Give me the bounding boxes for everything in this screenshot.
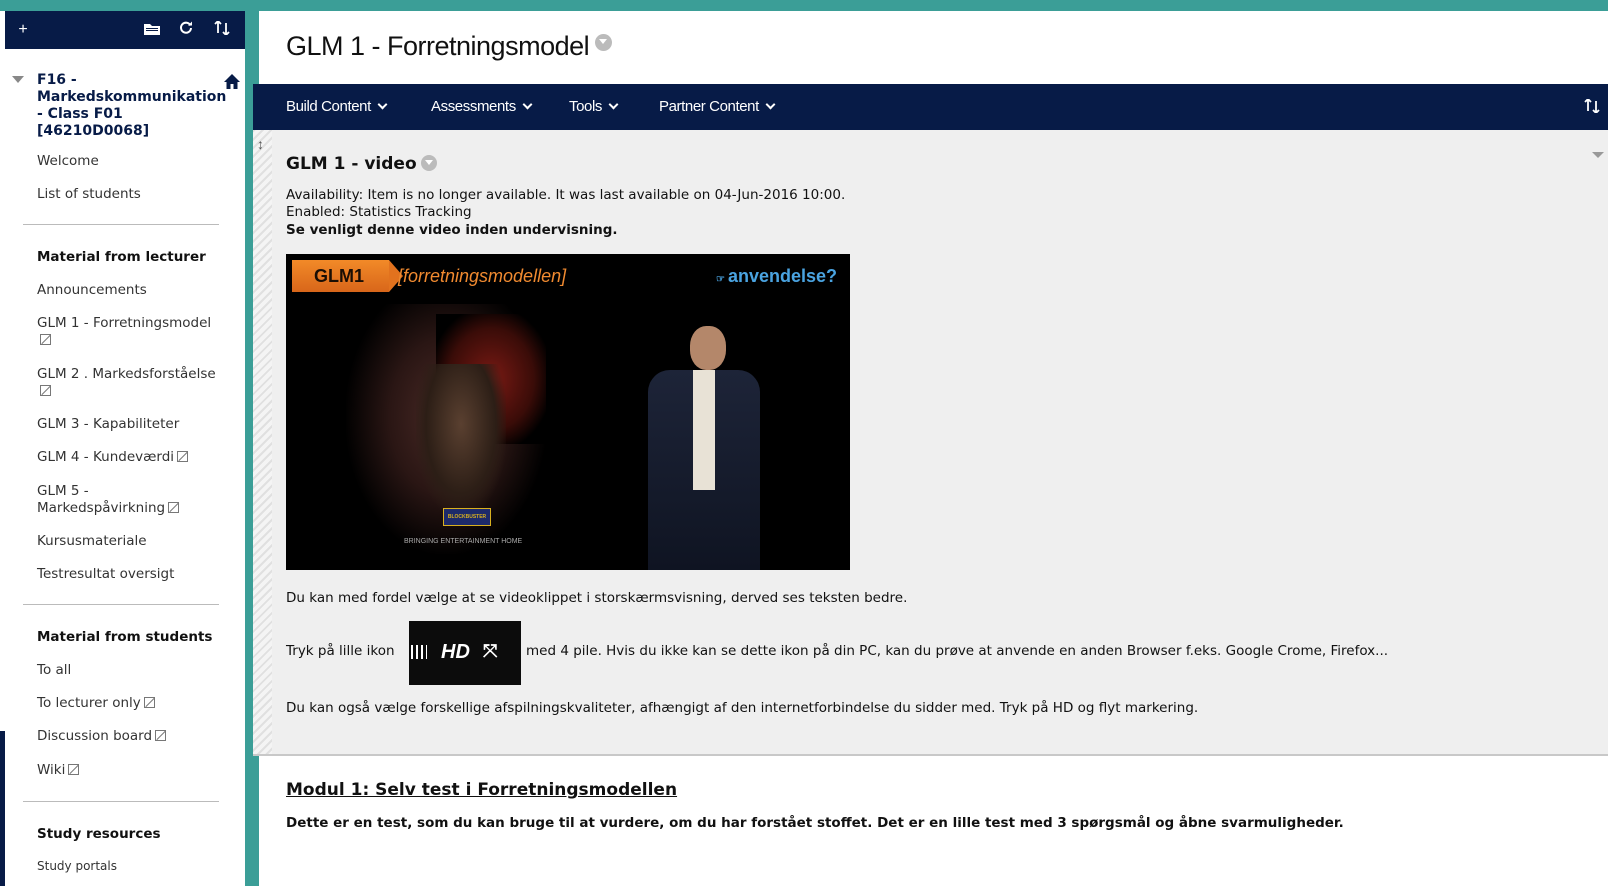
section-heading-lecturer: Material from lecturer: [37, 249, 206, 265]
video-badge-text: GLM1: [314, 266, 365, 286]
video-store-sign: BLOCKBUSTER: [443, 508, 491, 526]
menu-tools[interactable]: Tools: [569, 84, 619, 130]
sidebar-divider: [23, 604, 219, 605]
content-item: ↕ GLM 1 - video Availability: Item is no…: [253, 130, 1608, 756]
chevron-down-icon: [377, 99, 388, 110]
sidebar-item-to-lecturer-only[interactable]: To lecturer only: [37, 695, 155, 712]
sidebar-item-list-of-students[interactable]: List of students: [37, 186, 141, 203]
course-title[interactable]: F16 - Markedskommunikation - Class F01 […: [37, 72, 226, 140]
sidebar-edge: [0, 731, 5, 886]
fullscreen-arrows-icon: ⤧: [483, 641, 498, 661]
item-title[interactable]: GLM 1 - video: [286, 154, 437, 174]
page-title-text: GLM 1 - Forretningsmodel: [286, 31, 590, 61]
item-title-text: GLM 1 - video: [286, 154, 417, 174]
sidebar-item-kursusmateriale[interactable]: Kursusmateriale: [37, 533, 147, 550]
hidden-from-students-icon: [40, 334, 51, 345]
drag-handle-icon[interactable]: ↕: [257, 136, 264, 152]
content-area: GLM 1 - Forretningsmodel Build Content A…: [253, 11, 1608, 886]
top-accent-bar: [0, 0, 1608, 11]
sidebar-item-study-portals[interactable]: Study portals: [37, 858, 117, 875]
menu-label: Assessments: [431, 98, 516, 115]
sidebar-item-testresultat[interactable]: Testresultat oversigt: [37, 566, 174, 583]
hidden-from-students-icon: [68, 764, 80, 775]
video-dog-figure: [416, 364, 506, 514]
video-question-text: anvendelse?: [727, 266, 838, 286]
video-player[interactable]: BLOCKBUSTER BRINGING ENTERTAINMENT HOME …: [286, 254, 850, 570]
test-link-title[interactable]: Modul 1: Selv test i Forretningsmodellen: [286, 780, 677, 800]
sidebar-item-glm4[interactable]: GLM 4 - Kundeværdi: [37, 449, 189, 466]
section-heading-study-resources: Study resources: [37, 826, 161, 842]
video-question: ☞ anvendelse?: [716, 266, 837, 287]
video-presenter-shirt: [693, 370, 715, 490]
instruction-icon-before: Tryk på lille ikon: [286, 643, 395, 659]
sidebar-item-glm5[interactable]: GLM 5 - Markedspåvirkning: [37, 483, 197, 517]
hidden-from-students-icon: [168, 502, 180, 513]
section-heading-students: Material from students: [37, 629, 213, 645]
video-subtitle: [forretningsmodellen]: [398, 266, 567, 286]
sidebar-divider: [23, 801, 219, 802]
sidebar-item-label: Discussion board: [37, 728, 153, 744]
hidden-from-students-icon: [177, 451, 189, 462]
hidden-from-students-icon: [143, 697, 155, 708]
menu-build-content[interactable]: Build Content: [286, 84, 388, 130]
chevron-down-icon: [765, 99, 776, 110]
item-options-chevron-icon[interactable]: [1592, 152, 1604, 158]
home-icon[interactable]: [223, 73, 241, 91]
menu-label: Build Content: [286, 98, 371, 115]
availability-text: Availability: Item is no longer availabl…: [286, 187, 846, 203]
video-store-sign-text: BLOCKBUSTER: [447, 514, 487, 520]
refresh-icon[interactable]: [175, 11, 197, 49]
sidebar-item-discussion-board[interactable]: Discussion board: [37, 728, 167, 745]
enabled-text: Enabled: Statistics Tracking: [286, 204, 472, 220]
hd-label: HD: [441, 641, 470, 663]
hd-fullscreen-icon-image: HD ⤧: [409, 621, 521, 685]
sidebar-item-glm1[interactable]: GLM 1 - Forretningsmodel: [37, 315, 222, 349]
sidebar-item-label: To lecturer only: [37, 695, 141, 711]
page-options-chevron-icon[interactable]: [595, 34, 613, 51]
sort-icon[interactable]: [211, 11, 233, 49]
sort-icon[interactable]: [1584, 84, 1600, 130]
hidden-from-students-icon: [40, 385, 51, 396]
quality-bars-icon: [411, 645, 427, 659]
sidebar-item-label: Wiki: [37, 762, 66, 778]
intro-text: Se venligt denne video inden undervisnin…: [286, 222, 618, 238]
video-tagline: BRINGING ENTERTAINMENT HOME: [404, 538, 523, 545]
course-sidebar: + F16 - Markedskommunikation - Class F01…: [0, 11, 245, 886]
menu-partner-content[interactable]: Partner Content: [659, 84, 776, 130]
plus-icon[interactable]: +: [13, 11, 33, 49]
sidebar-divider: [23, 224, 219, 225]
menu-label: Tools: [569, 98, 603, 115]
menu-assessments[interactable]: Assessments: [431, 84, 533, 130]
menu-label: Partner Content: [659, 98, 759, 115]
video-presenter-head: [690, 326, 726, 370]
sidebar-item-announcements[interactable]: Announcements: [37, 282, 147, 299]
test-description: Dette er en test, som du kan bruge til a…: [286, 815, 1344, 831]
instruction-fullscreen: Du kan med fordel vælge at se videoklipp…: [286, 590, 908, 606]
collapse-course-icon[interactable]: [12, 76, 24, 83]
chevron-down-icon: [522, 99, 533, 110]
drag-handle-rail[interactable]: ↕: [253, 130, 272, 754]
page-title: GLM 1 - Forretningsmodel: [286, 31, 613, 62]
sidebar-item-glm3[interactable]: GLM 3 - Kapabiliteter: [37, 416, 179, 433]
hidden-from-students-icon: [155, 730, 167, 741]
sidebar-item-welcome[interactable]: Welcome: [37, 153, 99, 170]
sidebar-item-label: GLM 4 - Kundeværdi: [37, 449, 175, 465]
pointing-hand-icon: ☞: [716, 274, 725, 285]
instruction-icon-after: med 4 pile. Hvis du ikke kan se dette ik…: [526, 643, 1389, 659]
sidebar-item-label: GLM 5 - Markedspåvirkning: [37, 483, 166, 516]
sidebar-item-wiki[interactable]: Wiki: [37, 762, 80, 779]
chevron-down-icon: [608, 99, 619, 110]
folder-icon[interactable]: [141, 11, 163, 49]
instruction-quality: Du kan også vælge forskellige afspilning…: [286, 700, 1199, 716]
sidebar-item-label: GLM 2 . Markedsforståelse: [37, 366, 216, 382]
item-options-chevron-icon[interactable]: [420, 155, 437, 171]
sidebar-item-to-all[interactable]: To all: [37, 662, 71, 679]
sidebar-item-label: GLM 1 - Forretningsmodel: [37, 315, 212, 331]
content-action-bar: Build Content Assessments Tools Partner …: [253, 84, 1608, 130]
sidebar-toolbar: +: [5, 11, 245, 49]
sidebar-item-glm2[interactable]: GLM 2 . Markedsforståelse: [37, 366, 222, 400]
